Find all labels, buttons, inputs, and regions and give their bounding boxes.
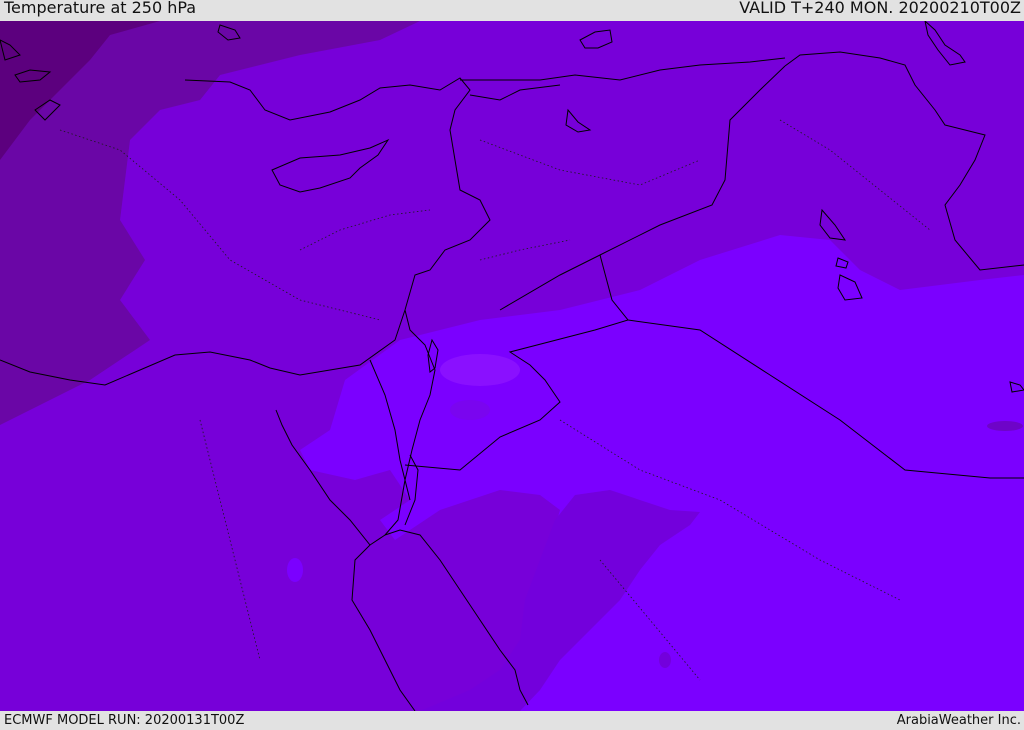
map-canvas: [0, 21, 1024, 711]
credit: ArabiaWeather Inc.: [896, 713, 1021, 728]
valid-time: VALID T+240 MON. 20200210T00Z: [739, 0, 1021, 17]
warm-patch: [450, 400, 490, 420]
cool-patch: [987, 421, 1023, 431]
warm-patch: [287, 558, 303, 582]
model-run: ECMWF MODEL RUN: 20200131T00Z: [4, 713, 245, 728]
footer-bar: ECMWF MODEL RUN: 20200131T00Z ArabiaWeat…: [0, 711, 1024, 729]
header-bar: Temperature at 250 hPa VALID T+240 MON. …: [0, 0, 1024, 21]
temperature-map[interactable]: [0, 21, 1024, 711]
cool-patch: [659, 652, 671, 668]
warm-patch: [440, 354, 520, 386]
map-title: Temperature at 250 hPa: [4, 0, 197, 17]
